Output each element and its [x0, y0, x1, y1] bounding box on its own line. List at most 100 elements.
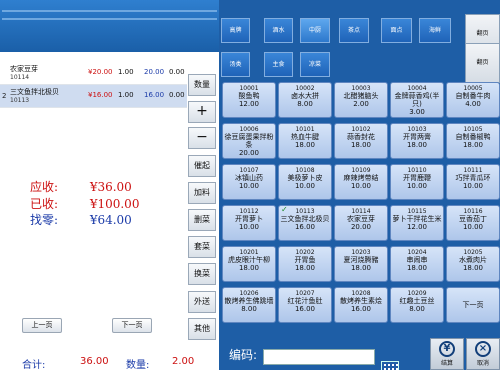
- dish-price: 16.00: [294, 305, 316, 313]
- order-row[interactable]: 农家豆芽 10114 ¥20.00 1.00 20.00 0.00: [0, 62, 187, 85]
- dish-item[interactable]: 10101 热血牛腱 18.00: [278, 123, 332, 159]
- order-row-number: 2: [2, 92, 7, 100]
- quantity-button[interactable]: 数量: [188, 74, 216, 96]
- category-tab[interactable]: 面点: [381, 18, 412, 43]
- dish-item[interactable]: 10102 蒜香封花 18.00: [334, 123, 388, 159]
- swap-dish-button[interactable]: 换菜: [188, 263, 216, 285]
- category-tab[interactable]: 海鲜: [419, 18, 451, 43]
- change-label: 找零:: [30, 213, 59, 227]
- urge-button[interactable]: 催起: [188, 155, 216, 177]
- settle-button[interactable]: ¥ 结算: [430, 338, 464, 370]
- category-tab[interactable]: 汤类: [221, 52, 250, 77]
- category-page-down-button[interactable]: 翻页: [465, 43, 500, 83]
- dish-item[interactable]: 10001 酸鱼鸭 12.00: [222, 82, 276, 118]
- dish-price: 12.00: [238, 100, 260, 108]
- dish-item[interactable]: 10204 串闹串 18.00: [390, 246, 444, 282]
- code-input[interactable]: [263, 349, 399, 370]
- dish-item[interactable]: 10105 自制番椒鸭 18.00: [446, 123, 500, 159]
- dish-item[interactable]: 10005 自制番牛肉 4.00: [446, 82, 500, 118]
- banner-stripe: [2, 10, 217, 12]
- delete-dish-button[interactable]: 删菜: [188, 209, 216, 231]
- order-row-code: 10114: [10, 74, 30, 81]
- other-button[interactable]: 其他: [188, 318, 216, 340]
- dish-name: 三文鱼拌北极贝: [280, 215, 330, 223]
- add-extra-button[interactable]: 加料: [188, 182, 216, 204]
- dish-name: 散烤养生素烩: [340, 297, 382, 305]
- set-meal-button[interactable]: 套菜: [188, 236, 216, 258]
- dish-item[interactable]: 10110 开胃鹿鞭 10.00: [390, 164, 444, 200]
- order-summary: 合计: 36.00 数量: 2.00: [0, 354, 219, 370]
- prev-page-button[interactable]: 上一页: [22, 318, 62, 333]
- dish-item[interactable]: 10205 水煮肉片 18.00: [446, 246, 500, 282]
- dish-code: 10116: [463, 208, 483, 215]
- dish-name: 开胃鱼: [294, 256, 316, 264]
- dish-item[interactable]: 10115 萝卜干拌花生米 12.00: [390, 205, 444, 241]
- dish-item[interactable]: 10002 卤水大拼 8.00: [278, 82, 332, 118]
- dish-price: 18.00: [294, 141, 316, 149]
- dish-code: 10001: [239, 85, 259, 92]
- order-row-extra: 0.00: [169, 91, 185, 99]
- dish-code: 10115: [407, 208, 427, 215]
- dish-item[interactable]: 10006 徐豆腐蛋果拌粉条 20.00: [222, 123, 276, 159]
- category-tab[interactable]: 高牌: [221, 18, 250, 43]
- dish-code: 10111: [463, 167, 483, 174]
- order-row-name: 三文鱼拌北极贝: [10, 88, 59, 96]
- dish-item[interactable]: 10113 三文鱼拌北极贝 16.00: [278, 205, 332, 241]
- order-row-price: ¥20.00: [88, 68, 113, 76]
- dish-name: 红趣土豆丝: [399, 297, 435, 305]
- dish-item[interactable]: 10203 夏河烧腾豬 18.00: [334, 246, 388, 282]
- dish-item[interactable]: 10114 农家豆芽 20.00: [334, 205, 388, 241]
- takeout-button[interactable]: 外送: [188, 291, 216, 313]
- dish-name: 开胃两膏: [403, 133, 431, 141]
- total-value: 36.00: [80, 356, 109, 367]
- code-label: 编码:: [229, 348, 258, 362]
- dish-next-page-button[interactable]: 下一页: [446, 287, 500, 323]
- order-row-selected[interactable]: 2 三文鱼拌北极贝 10113 ¥16.00 1.00 16.00 0.00: [0, 85, 187, 108]
- dish-code: 10004: [407, 85, 427, 92]
- category-tab[interactable]: 酒水: [264, 18, 293, 43]
- order-row-code: 10113: [10, 97, 30, 104]
- dish-item[interactable]: 10109 麻辣烤带结 10.00: [334, 164, 388, 200]
- dish-code: 10203: [351, 249, 371, 256]
- increase-button[interactable]: +: [188, 101, 216, 123]
- dish-name: 冰镇山药: [235, 174, 263, 182]
- category-tab[interactable]: 茶点: [339, 18, 369, 43]
- category-tab-active[interactable]: 中厨: [300, 18, 330, 43]
- dish-price: 10.00: [462, 182, 484, 190]
- dish-code: 10205: [463, 249, 483, 256]
- dish-price: 18.00: [294, 264, 316, 272]
- next-page-button[interactable]: 下一页: [112, 318, 152, 333]
- dish-item[interactable]: 10103 开胃两膏 18.00: [390, 123, 444, 159]
- order-row-extra: 0.00: [169, 68, 185, 76]
- dish-item[interactable]: 10207 红花汁鱼肚 16.00: [278, 287, 332, 323]
- dish-item[interactable]: 10107 冰镇山药 10.00: [222, 164, 276, 200]
- dish-item[interactable]: 10206 散烤养生佛跳墙 8.00: [222, 287, 276, 323]
- dish-item[interactable]: 10201 虎皮眼汁午柳 18.00: [222, 246, 276, 282]
- keyboard-icon[interactable]: [381, 361, 399, 370]
- dish-item[interactable]: 10208 散烤养生素烩 16.00: [334, 287, 388, 323]
- dish-price: 10.00: [294, 182, 316, 190]
- dish-code: 10109: [351, 167, 371, 174]
- dish-name: 麻辣烤带结: [343, 174, 379, 182]
- dish-name: 豆香茄丁: [459, 215, 487, 223]
- dish-name: 徐豆腐蛋果拌粉条: [224, 133, 274, 149]
- dish-code: 10108: [295, 167, 315, 174]
- dish-item[interactable]: 10209 红趣土豆丝 8.00: [390, 287, 444, 323]
- dish-item[interactable]: 10202 开胃鱼 18.00: [278, 246, 332, 282]
- dish-name: 酸鱼鸭: [238, 92, 260, 100]
- dish-price: 10.00: [462, 223, 484, 231]
- dish-item[interactable]: 10116 豆香茄丁 10.00: [446, 205, 500, 241]
- decrease-button[interactable]: −: [188, 127, 216, 149]
- category-tab[interactable]: 主食: [264, 52, 293, 77]
- dish-item[interactable]: 10112 开胃萝卜 10.00: [222, 205, 276, 241]
- code-entry-bar: 编码:: [219, 338, 430, 370]
- cancel-button[interactable]: × 取消: [466, 338, 500, 370]
- dish-name: 自制番牛肉: [455, 92, 491, 100]
- dish-price: 18.00: [350, 141, 372, 149]
- dish-item[interactable]: 10004 金牌蒜香鸡(半只) 3.00: [390, 82, 444, 118]
- dish-item[interactable]: 10108 美极萝卜皮 10.00: [278, 164, 332, 200]
- dish-code: 10201: [239, 249, 259, 256]
- dish-item[interactable]: 10111 巧拌青瓜环 10.00: [446, 164, 500, 200]
- dish-item[interactable]: 10003 北醋猪脑头 2.00: [334, 82, 388, 118]
- category-tab[interactable]: 凉菜: [300, 52, 330, 77]
